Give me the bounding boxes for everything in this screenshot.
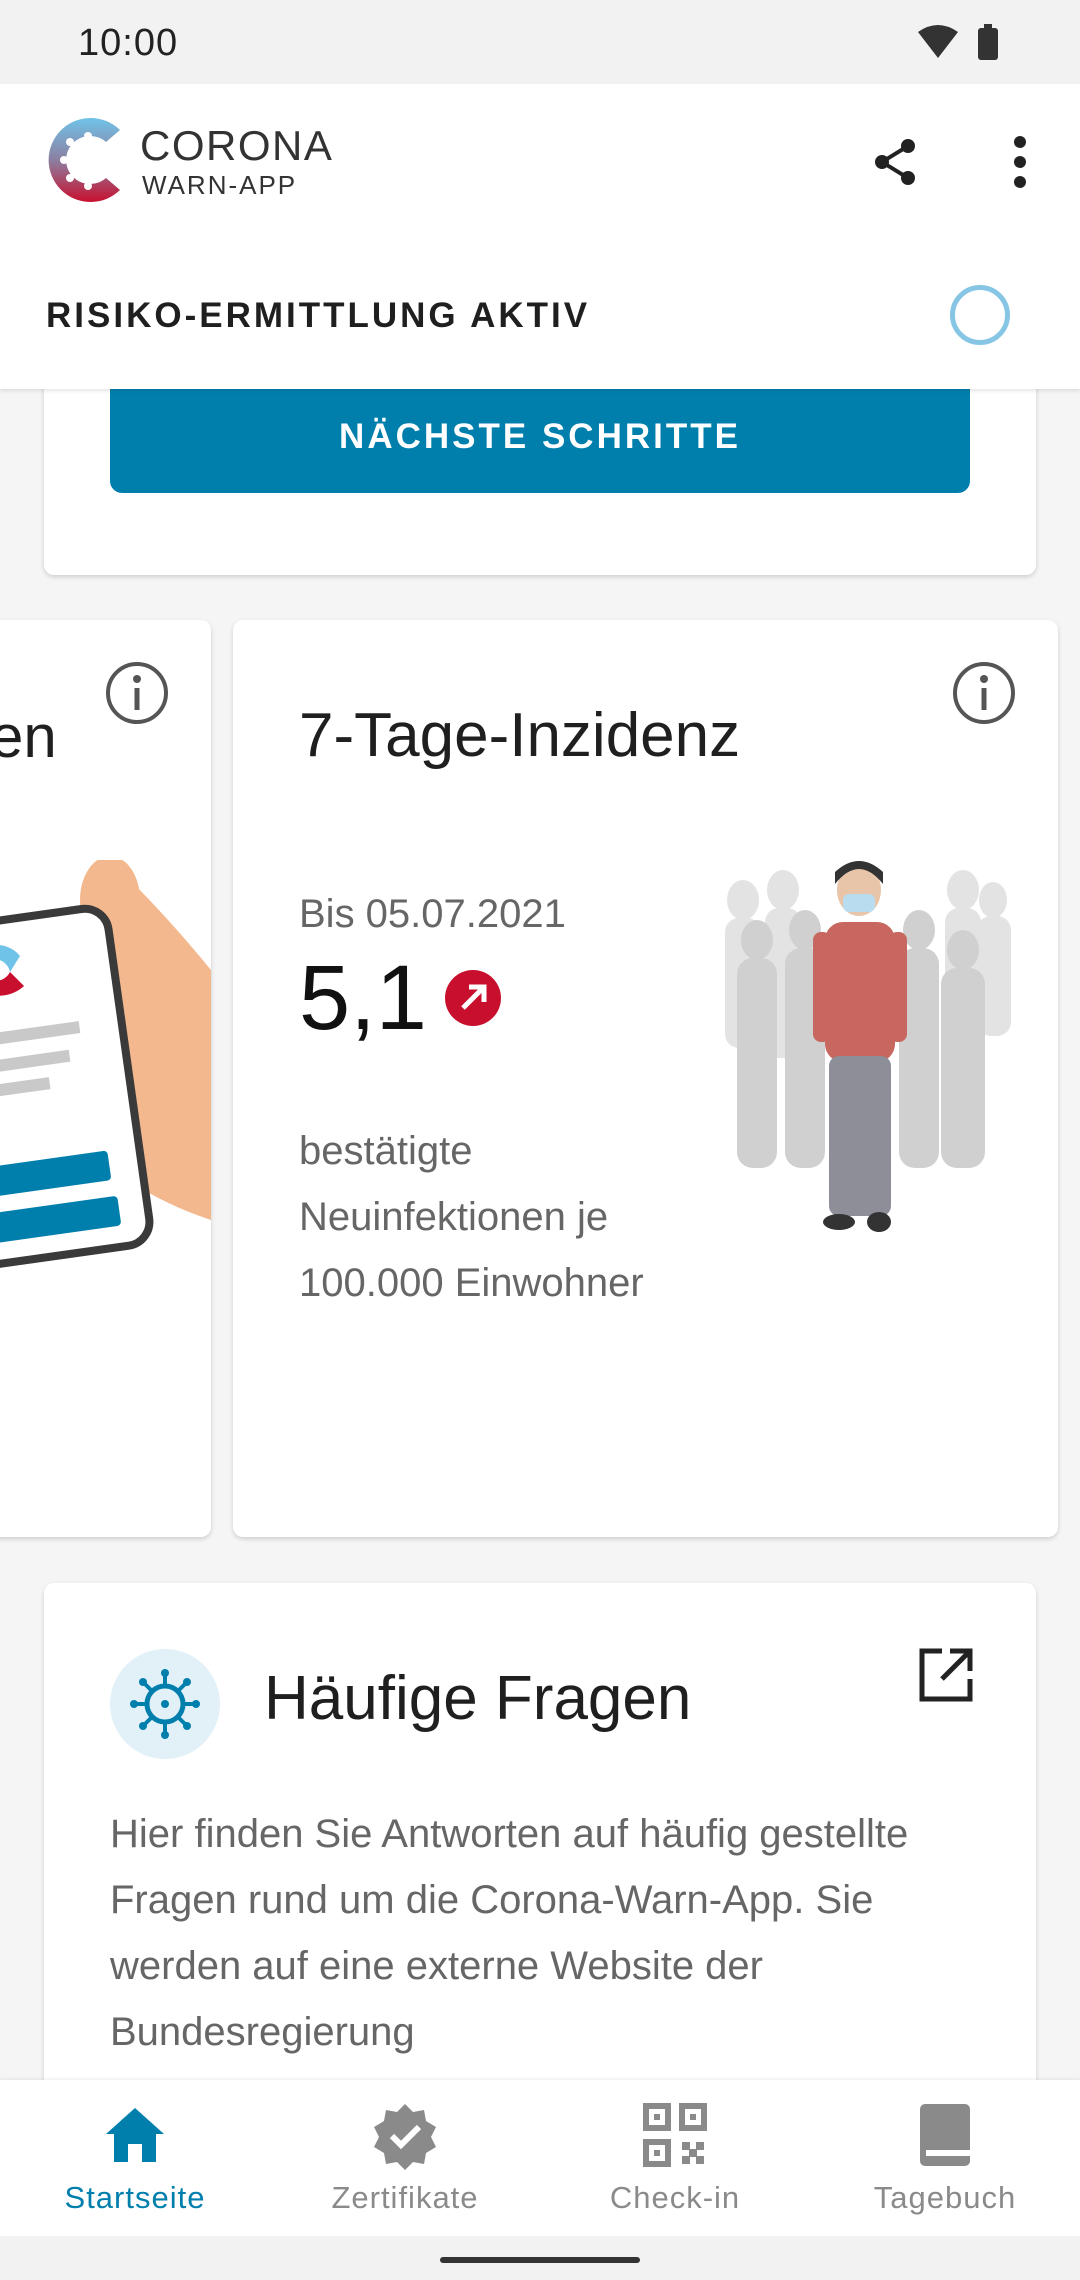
carousel-card-previous[interactable]: en (0, 620, 211, 1537)
nav-label: Tagebuch (873, 2180, 1017, 2215)
corona-warn-app-logo (48, 118, 120, 202)
nav-label: Startseite (64, 2180, 206, 2215)
trend-up-icon (445, 970, 501, 1026)
incidence-date: Bis 05.07.2021 (299, 892, 566, 936)
external-link-icon[interactable] (916, 1645, 976, 1705)
nav-label: Check-in (609, 2180, 741, 2215)
certificate-icon (374, 2104, 436, 2170)
status-icons (918, 24, 998, 60)
risk-progress-spinner (950, 285, 1010, 345)
app-header: CORONA WARN-APP RISIKO-ERMITTLUNG AKTIV (0, 84, 1080, 389)
nav-item-zertifikate[interactable]: Zertifikate (270, 2080, 540, 2236)
risk-card: NÄCHSTE SCHRITTE (44, 360, 1036, 575)
phone-in-hand-illustration (0, 860, 211, 1276)
faq-description: Hier finden Sie Antworten auf häufig ges… (110, 1812, 909, 2054)
diary-icon (920, 2104, 970, 2166)
faq-title: Häufige Fragen (264, 1664, 692, 1733)
nav-item-startseite[interactable]: Startseite (0, 2080, 270, 2236)
incidence-title: 7-Tage-Inzidenz (299, 701, 741, 770)
qr-code-icon (643, 2103, 707, 2167)
status-bar: 10:00 (0, 0, 1080, 84)
crowd-illustration (725, 861, 1011, 1232)
incidence-card[interactable]: 7-Tage-Inzidenz Bis 05.07.2021 5,1 bestä… (233, 620, 1058, 1537)
wifi-icon (918, 25, 958, 58)
status-time: 10:00 (78, 22, 179, 64)
app-screen: 10:00 CORONA WARN-APP RISIKO-ERMITTLUNG … (0, 0, 1080, 2280)
risk-status-label: RISIKO-ERMITTLUNG AKTIV (46, 296, 591, 335)
share-icon[interactable] (866, 132, 926, 192)
nav-item-check-in[interactable]: Check-in (540, 2080, 810, 2236)
next-steps-button[interactable]: NÄCHSTE SCHRITTE (110, 380, 970, 493)
bottom-navigation: Startseite Zertifikate Check-in Tagebuch (0, 2080, 1080, 2236)
card-title-partial: en (0, 703, 57, 770)
home-icon (106, 2108, 164, 2162)
brand-name: CORONA (140, 122, 334, 169)
incidence-description: bestätigte Neuinfektionen je 100.000 Ein… (299, 1129, 644, 1305)
info-icon[interactable] (104, 660, 170, 726)
brand-subtitle: WARN-APP (142, 170, 298, 200)
home-gesture-handle[interactable] (440, 2257, 640, 2263)
nav-label: Zertifikate (331, 2180, 479, 2215)
more-options-icon[interactable] (990, 132, 1050, 192)
info-icon[interactable] (951, 660, 1017, 726)
nav-item-tagebuch[interactable]: Tagebuch (810, 2080, 1080, 2236)
battery-icon (978, 28, 998, 60)
system-gesture-bar (0, 2236, 1080, 2280)
incidence-value: 5,1 (299, 947, 427, 1049)
virus-icon (110, 1649, 220, 1759)
